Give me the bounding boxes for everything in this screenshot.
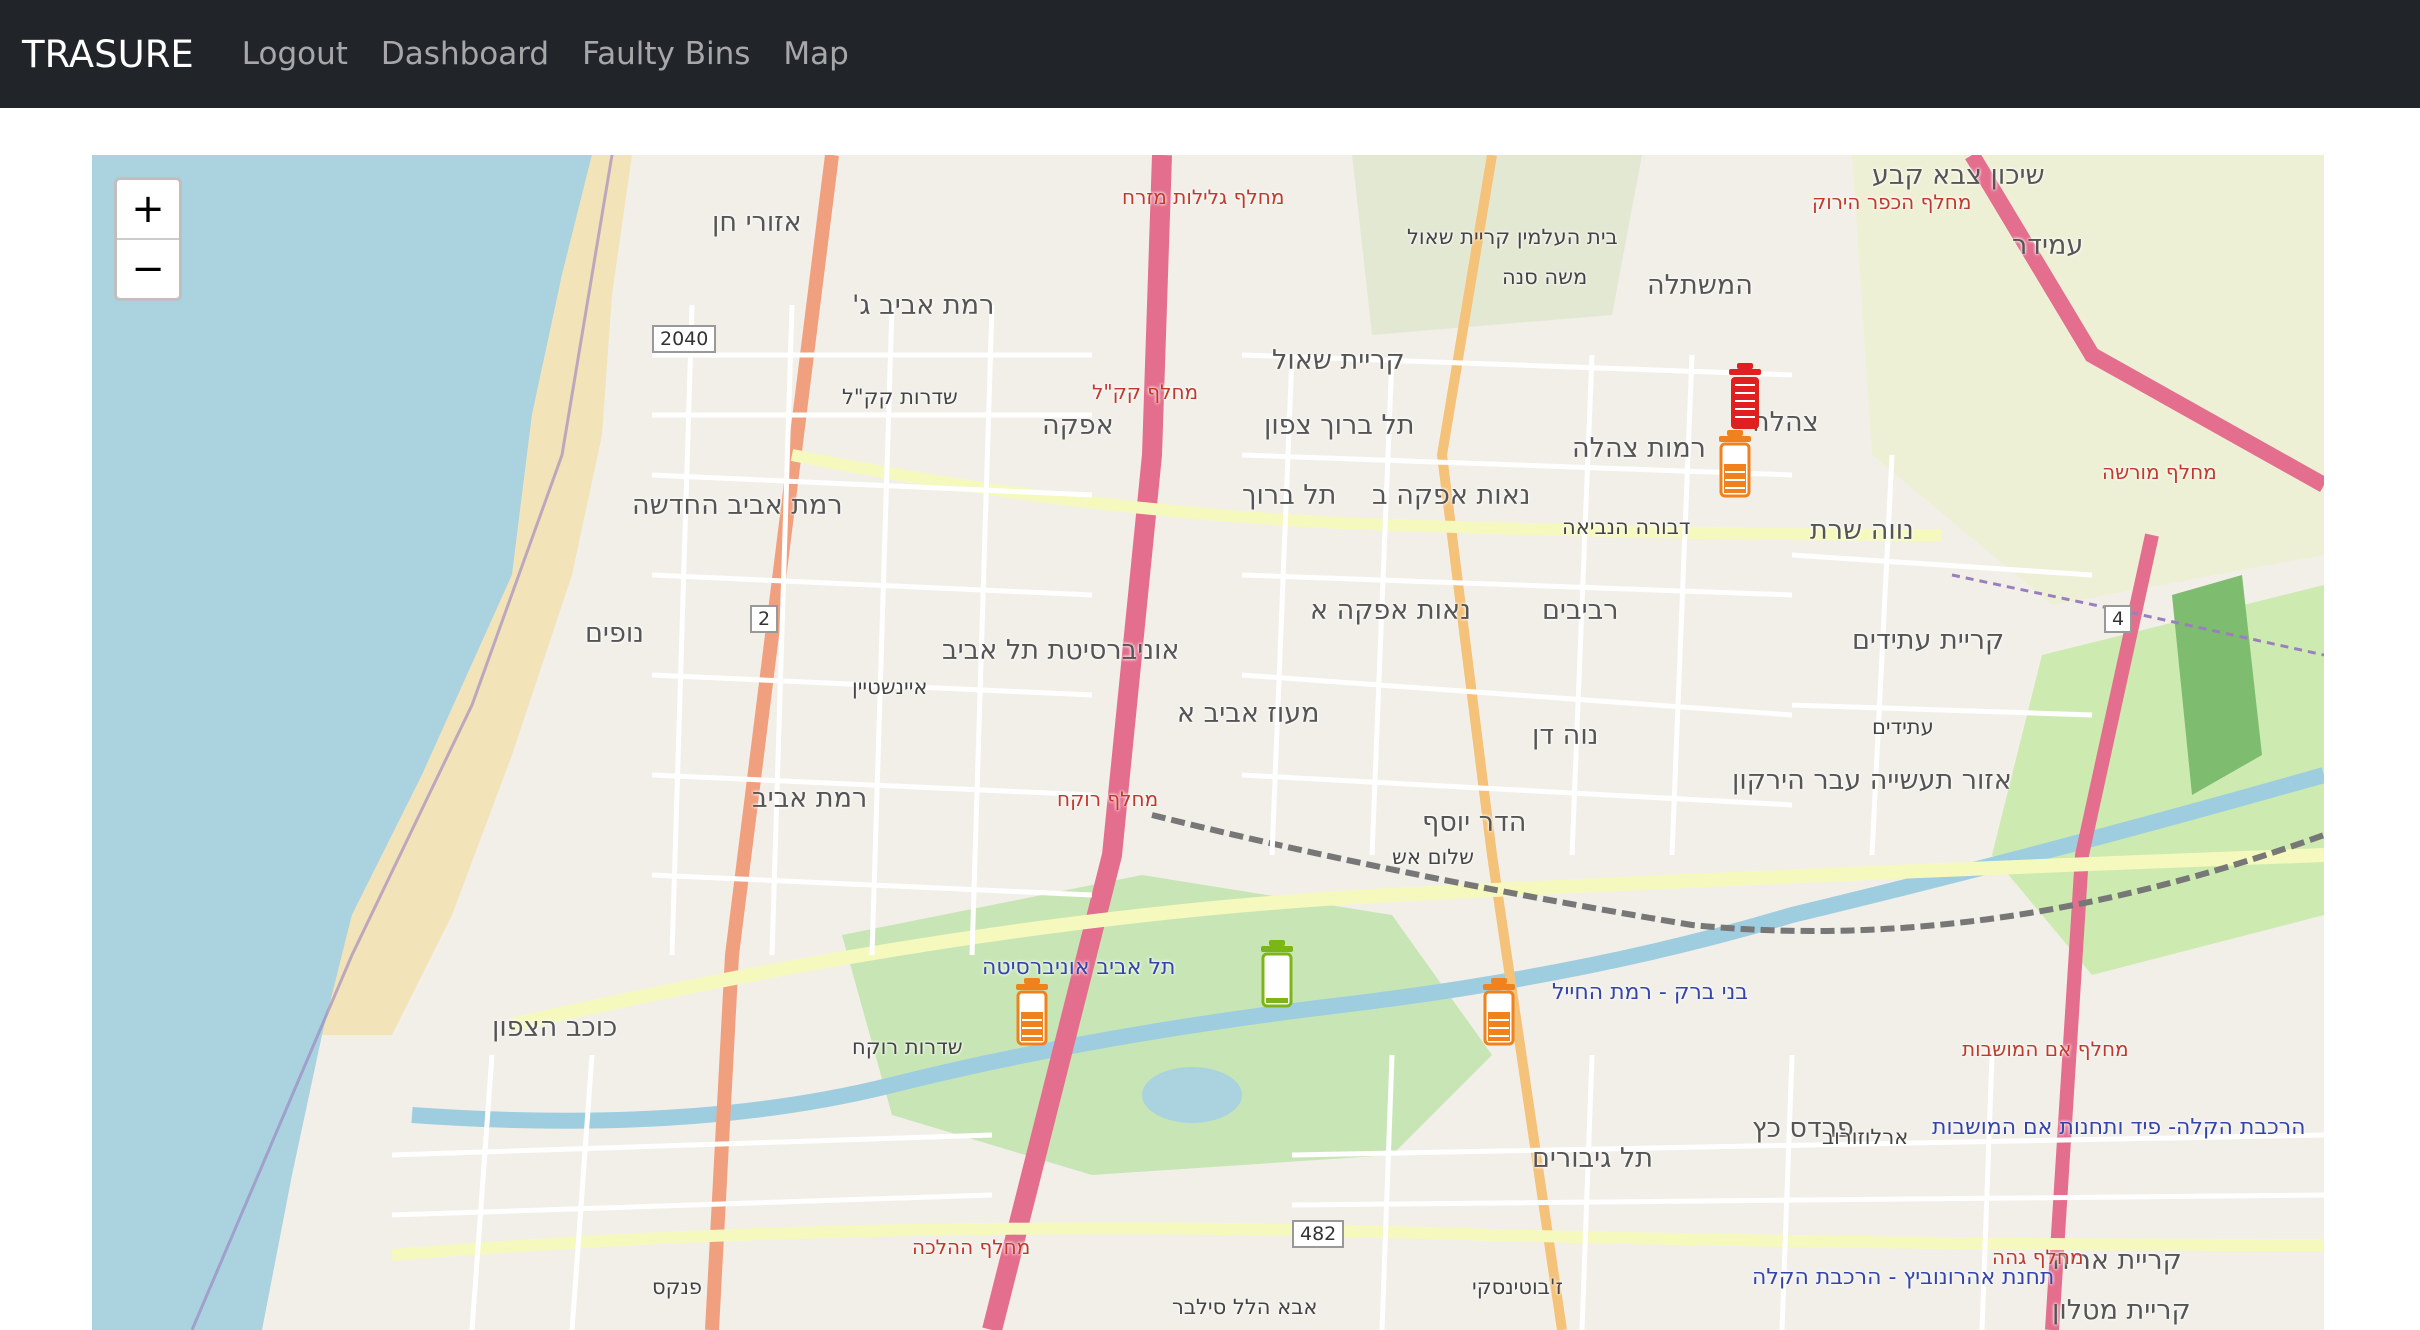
place-label: תל גיבורים (1532, 1143, 1653, 1174)
place-label: תל ברוך צפון (1264, 410, 1415, 441)
street-label: מחלף קק"ל (1092, 380, 1199, 404)
place-label: עמידר (2012, 230, 2084, 261)
street-label: דבורה הנביאה (1562, 515, 1691, 539)
zoom-out-button[interactable]: − (117, 240, 179, 298)
navbar: TRASURE Logout Dashboard Faulty Bins Map (0, 0, 2420, 108)
street-label: מחלף ההלכה (912, 1235, 1031, 1259)
sea (92, 155, 592, 1330)
place-label: מעוז אביב א (1177, 698, 1320, 729)
place-label: בני ברק - רמת החייל (1552, 980, 1749, 1005)
place-label: אזורי חן (712, 207, 802, 238)
bin-marker-full[interactable] (1725, 363, 1765, 431)
street-label: מחלף גלילות מזרח (1122, 185, 1285, 209)
street-label: תחנת אהרונוביץ - הרכבת הקלה (1752, 1265, 2055, 1290)
street-label: איינשטיין (852, 675, 928, 699)
place-label: כוכב הצפון (492, 1012, 618, 1043)
place-label: רמות צהלה (1572, 433, 1706, 464)
place-label: נווה שרת (1810, 515, 1914, 546)
nav-logout[interactable]: Logout (242, 36, 348, 72)
nav-map[interactable]: Map (783, 36, 848, 72)
road-shield: 2040 (652, 325, 717, 353)
street-label: פנקס (652, 1275, 703, 1299)
street-label: מחלף רוקח (1057, 787, 1159, 811)
highway-2 (705, 155, 839, 1330)
place-label: שיכון צבא קבע (1872, 160, 2045, 191)
bin-marker-half[interactable] (1479, 978, 1519, 1046)
road-shield: 4 (2104, 605, 2133, 633)
bin-marker-half[interactable] (1012, 978, 1052, 1046)
street-label: שדרות רוקח (852, 1035, 963, 1059)
road-kkl (790, 449, 1943, 541)
street-label: שדרות קק"ל (842, 385, 958, 409)
place-label: רמת אביב ג' (852, 290, 995, 321)
place-label: אוניברסיטת תל אביב (942, 635, 1180, 666)
street-label: אבא הלל סילבר (1172, 1295, 1318, 1319)
nav-dashboard[interactable]: Dashboard (381, 36, 549, 72)
place-label: נוה דן (1532, 720, 1599, 751)
bin-marker-half[interactable] (1715, 430, 1755, 498)
street-label: מחלף הכפר הירוק (1812, 190, 1972, 214)
bin-marker-empty[interactable] (1257, 940, 1297, 1008)
street-label: מחלף אם המושבות (1962, 1037, 2129, 1061)
pond (1142, 1067, 1242, 1123)
street-label: ארלוזורוב (1822, 1125, 1909, 1149)
map-base-layer (92, 155, 2324, 1330)
place-label: המשתלה (1647, 270, 1753, 301)
street-label: שלום אש (1392, 845, 1475, 869)
street-label: הרכבת הקלה- פיד ותחנות אם המושבות (1932, 1115, 2306, 1140)
place-label: אפקה (1042, 410, 1114, 441)
place-label: רמת אביב (752, 783, 868, 814)
place-label: קריית שאול (1272, 345, 1405, 376)
place-label: בית העלמין קריית שאול (1407, 225, 1618, 249)
street-label: ז'בוטינסקי (1472, 1275, 1563, 1299)
place-label: רמת אביב החדשה (632, 490, 843, 521)
place-label: קריית עתידים (1852, 625, 2005, 656)
street-label: משה סנה (1502, 265, 1588, 289)
road-shield: 482 (1292, 1220, 1345, 1248)
place-label: תל אביב אוניברסיטה (982, 955, 1176, 980)
place-label: אזור תעשייה עבר הירקון (1732, 765, 2012, 796)
place-label: נאות אפקה א (1310, 595, 1471, 626)
street-label: מחלף מורשה (2102, 460, 2217, 484)
zoom-in-button[interactable]: + (117, 180, 179, 240)
place-label: הדר יוסף (1422, 807, 1527, 838)
place-label: עתידים (1872, 715, 1934, 739)
place-label: תל ברוך (1242, 480, 1337, 511)
nav-faulty-bins[interactable]: Faulty Bins (582, 36, 750, 72)
place-label: נופים (585, 618, 644, 649)
place-label: קריית מטלון (2052, 1295, 2191, 1326)
place-label: נאות אפקה ב (1372, 480, 1531, 511)
place-label: רביבים (1542, 595, 1619, 626)
zoom-control: + − (114, 177, 182, 301)
brand-logo[interactable]: TRASURE (22, 33, 194, 76)
road-shield: 2 (750, 605, 779, 633)
map-view[interactable]: + − רמת אביב ג' אפקה רמת אביב החדשה נופי… (92, 155, 2324, 1330)
